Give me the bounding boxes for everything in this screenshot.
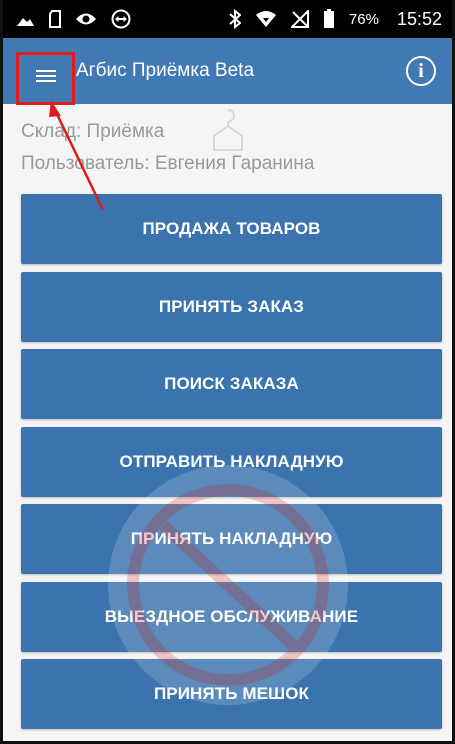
menu-icon — [35, 68, 56, 89]
app-title: Агбис Приёмка Beta — [76, 60, 255, 81]
clock: 15:52 — [396, 8, 442, 29]
sell-goods-button[interactable]: ПРОДАЖА ТОВАРОВ — [21, 194, 442, 264]
hanger-watermark-icon — [208, 106, 248, 159]
accept-bag-button[interactable]: ПРИНЯТЬ МЕШОК — [21, 659, 442, 729]
battery-icon — [323, 9, 335, 29]
user-label: Пользователь: Евгения Гаранина — [21, 153, 315, 174]
warehouse-label: Склад: Приёмка — [21, 121, 165, 142]
bluetooth-icon — [229, 9, 241, 29]
info-icon: i — [418, 59, 424, 82]
device-screen: 76% 15:52 Агбис Приёмка Beta i Склад: Пр… — [0, 0, 455, 744]
app-bar: Агбис Приёмка Beta i — [3, 38, 452, 105]
accept-invoice-button[interactable]: ПРИНЯТЬ НАКЛАДНУЮ — [21, 504, 442, 574]
info-button[interactable]: i — [406, 56, 436, 86]
gallery-icon — [15, 10, 35, 28]
send-invoice-button[interactable]: ОТПРАВИТЬ НАКЛАДНУЮ — [21, 426, 442, 497]
no-sim-icon — [290, 10, 309, 28]
status-bar: 76% 15:52 — [3, 0, 452, 38]
sd-card-icon — [49, 10, 61, 28]
teamviewer-icon — [111, 9, 131, 29]
menu-button[interactable] — [16, 52, 75, 105]
accept-order-button[interactable]: ПРИНЯТЬ ЗАКАЗ — [21, 271, 442, 342]
action-button-list: ПРОДАЖА ТОВАРОВ ПРИНЯТЬ ЗАКАЗ ПОИСК ЗАКА… — [21, 194, 442, 737]
field-service-button[interactable]: ВЫЕЗДНОЕ ОБСЛУЖИВАНИЕ — [21, 581, 442, 652]
search-order-button[interactable]: ПОИСК ЗАКАЗА — [21, 349, 442, 419]
wifi-icon — [255, 10, 277, 28]
eye-icon — [75, 11, 97, 27]
battery-percent: 76% — [348, 10, 379, 28]
